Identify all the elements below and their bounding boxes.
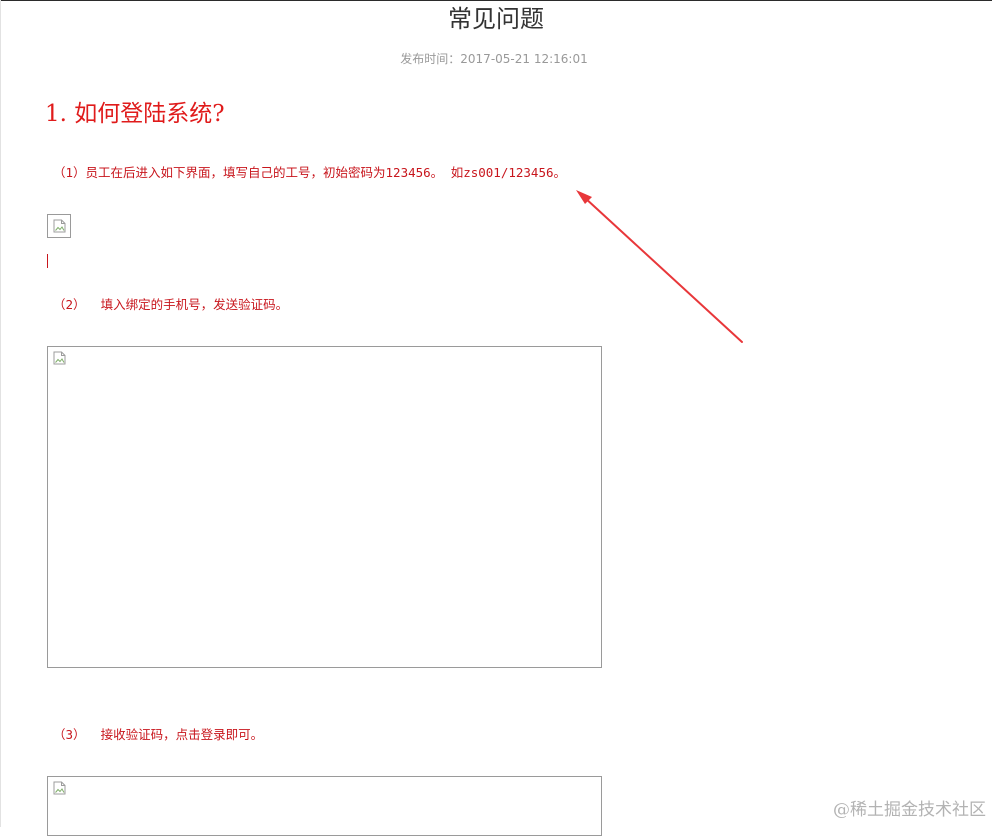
arrow-icon (576, 190, 743, 343)
watermark-text: @稀土掘金技术社区 (833, 800, 986, 820)
